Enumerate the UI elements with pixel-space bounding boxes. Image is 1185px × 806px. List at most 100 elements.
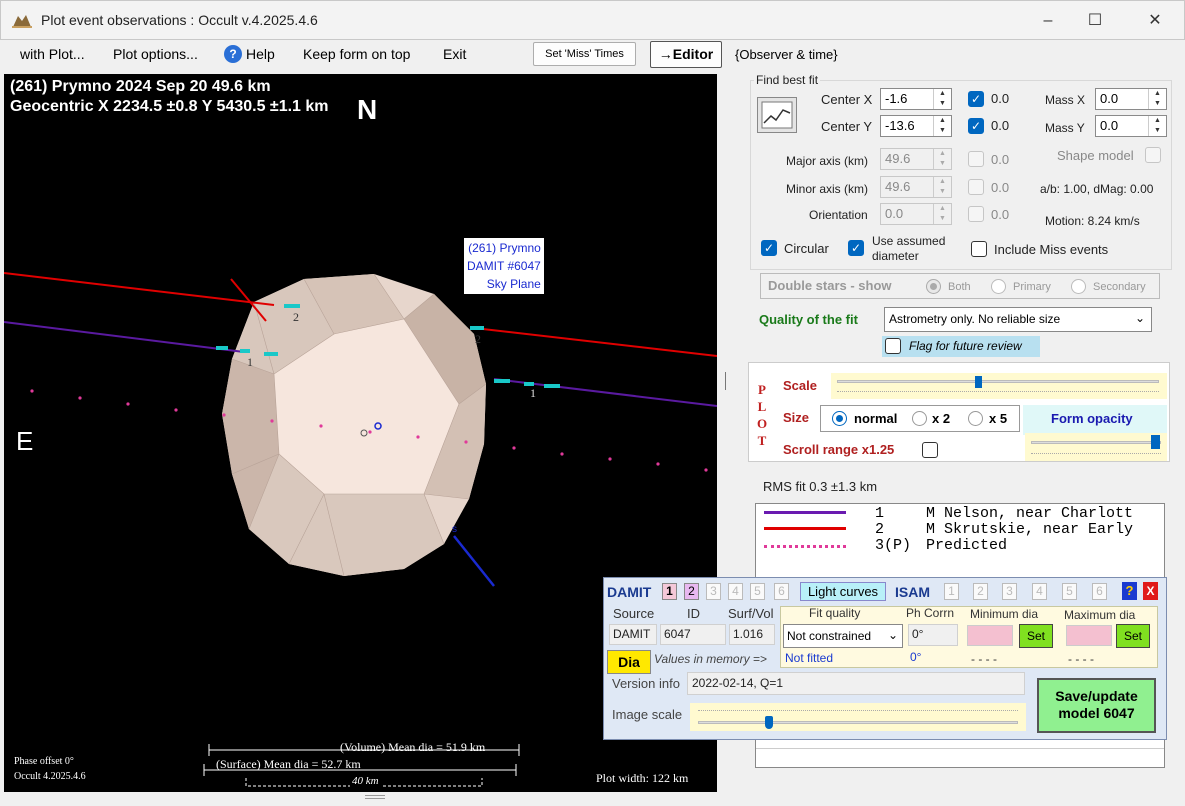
maximize-button[interactable]: ☐: [1075, 7, 1115, 35]
include-miss-checkbox[interactable]: [971, 241, 987, 257]
dia-button[interactable]: Dia: [607, 650, 651, 674]
id-header: ID: [687, 606, 700, 621]
isam-model-6[interactable]: 6: [1092, 583, 1107, 600]
close-button[interactable]: ✕: [1135, 7, 1175, 35]
minor-axis-checkbox[interactable]: [968, 179, 984, 195]
resize-grip[interactable]: [365, 795, 385, 799]
damit-model-3[interactable]: 3: [706, 583, 721, 600]
secondary-radio[interactable]: [1071, 279, 1086, 294]
include-miss-label: Include Miss events: [994, 242, 1109, 257]
size-x5-radio[interactable]: [968, 411, 983, 426]
damit-model-2[interactable]: 2: [684, 583, 699, 600]
legend-num-1: 1: [875, 505, 885, 522]
isam-model-5[interactable]: 5: [1062, 583, 1077, 600]
object-name-label: (261) Prymno: [468, 241, 541, 255]
center-y-checkbox[interactable]: ✓: [968, 118, 984, 134]
version-label: Occult 4.2025.4.6: [14, 771, 86, 782]
orientation-checkbox[interactable]: [968, 206, 984, 222]
plot-title-line1: (261) Prymno 2024 Sep 20 49.6 km: [10, 78, 271, 95]
help-icon[interactable]: ?: [1122, 582, 1137, 600]
minimize-button[interactable]: –: [1028, 7, 1068, 35]
use-assumed-checkbox[interactable]: ✓: [848, 240, 864, 256]
motion-label: Motion: 8.24 km/s: [1045, 214, 1140, 228]
light-curves-button[interactable]: Light curves: [800, 582, 886, 601]
scroll-range-label: Scroll range x1.25: [783, 442, 895, 457]
primary-radio[interactable]: [991, 279, 1006, 294]
isam-model-4[interactable]: 4: [1032, 583, 1047, 600]
editor-button[interactable]: →Editor: [650, 41, 722, 68]
isam-model-1[interactable]: 1: [944, 583, 959, 600]
set-max-button[interactable]: Set: [1116, 624, 1150, 648]
isam-model-3[interactable]: 3: [1002, 583, 1017, 600]
minor-axis-spinner[interactable]: ▲ ▼: [933, 177, 951, 197]
sub-observer-line: [453, 535, 495, 587]
flag-review-checkbox[interactable]: [885, 338, 901, 354]
version-info-field: 2022-02-14, Q=1: [687, 672, 1025, 695]
isam-title: ISAM: [895, 584, 930, 600]
ab-dmag-label: a/b: 1.00, dMag: 0.00: [1040, 182, 1154, 196]
form-opacity-slider[interactable]: [1025, 433, 1167, 461]
chevron-down-icon: ⌄: [1134, 311, 1145, 325]
quality-fit-select[interactable]: Astrometry only. No reliable size ⌄: [884, 307, 1152, 332]
center-x-spinner[interactable]: ▲ ▼: [933, 89, 951, 109]
ph-corr-field[interactable]: 0°: [908, 624, 958, 646]
ph-corr-fitted: 0°: [910, 650, 922, 664]
chord-label-2a: 2: [293, 310, 299, 324]
image-scale-thumb[interactable]: [765, 716, 773, 729]
not-fitted-label: Not fitted: [785, 651, 834, 665]
primary-label: Primary: [1013, 281, 1051, 293]
damit-model-1[interactable]: 1: [662, 583, 677, 600]
mass-x-spinner[interactable]: ▲ ▼: [1148, 89, 1166, 109]
scroll-range-checkbox[interactable]: [922, 442, 938, 458]
menu-plot-options[interactable]: Plot options...: [113, 46, 198, 62]
set-min-button[interactable]: Set: [1019, 624, 1053, 648]
menu-exit[interactable]: Exit: [443, 46, 466, 62]
legend-num-3: 3(P): [875, 537, 912, 554]
both-radio[interactable]: [926, 279, 941, 294]
damit-model-6[interactable]: 6: [774, 583, 789, 600]
major-axis-spinner[interactable]: ▲ ▼: [933, 149, 951, 169]
menu-with-plot[interactable]: with Plot...: [20, 46, 85, 62]
menu-observer-time[interactable]: {Observer & time}: [735, 47, 838, 62]
circular-checkbox[interactable]: ✓: [761, 240, 777, 256]
chord-label-1b: 1: [530, 386, 536, 400]
menu-help[interactable]: Help: [246, 46, 275, 62]
center-y-spinner[interactable]: ▲ ▼: [933, 116, 951, 136]
set-miss-times-button[interactable]: Set 'Miss' Times: [533, 42, 636, 66]
splitter-handle[interactable]: [725, 372, 728, 390]
close-icon[interactable]: X: [1143, 582, 1158, 600]
chord-1-line-west: [4, 321, 245, 353]
volume-dia-label: (Volume) Mean dia = 51.9 km: [340, 740, 486, 754]
form-opacity-thumb[interactable]: [1151, 435, 1160, 449]
help-icon[interactable]: ?: [224, 45, 242, 63]
size-x2-radio[interactable]: [912, 411, 927, 426]
double-stars-label: Double stars - show: [768, 278, 892, 293]
shape-model-checkbox[interactable]: [1145, 147, 1161, 163]
major-axis-checkbox[interactable]: [968, 151, 984, 167]
save-update-model-button[interactable]: Save/update model 6047: [1037, 678, 1156, 733]
use-assumed-label: Use assumed diameter: [872, 234, 946, 263]
size-normal-radio[interactable]: [832, 411, 847, 426]
find-best-fit-button[interactable]: [757, 97, 797, 133]
surf-vol-field: 1.016: [729, 624, 775, 645]
image-scale-slider[interactable]: [690, 703, 1026, 731]
window-title: Plot event observations : Occult v.4.202…: [41, 12, 318, 28]
maximum-dia-header: Maximum dia: [1064, 608, 1136, 622]
isam-model-2[interactable]: 2: [973, 583, 988, 600]
menu-keep-on-top[interactable]: Keep form on top: [303, 46, 410, 62]
legend-scrollbar[interactable]: [756, 748, 1164, 768]
mass-y-spinner[interactable]: ▲ ▼: [1148, 116, 1166, 136]
fit-quality-select[interactable]: Not constrained ⌄: [783, 624, 903, 648]
minimum-dia-field[interactable]: [967, 625, 1013, 646]
orientation-spinner[interactable]: ▲ ▼: [933, 204, 951, 224]
scale-slider[interactable]: [831, 373, 1167, 399]
maximum-dia-field[interactable]: [1066, 625, 1112, 646]
scale-slider-thumb[interactable]: [975, 376, 982, 388]
damit-model-4[interactable]: 4: [728, 583, 743, 600]
damit-model-5[interactable]: 5: [750, 583, 765, 600]
image-scale-label: Image scale: [612, 707, 683, 722]
center-x-checkbox[interactable]: ✓: [968, 91, 984, 107]
minor-axis-value: 0.0: [991, 180, 1010, 195]
size-label: Size: [783, 410, 810, 425]
secondary-label: Secondary: [1093, 281, 1146, 293]
